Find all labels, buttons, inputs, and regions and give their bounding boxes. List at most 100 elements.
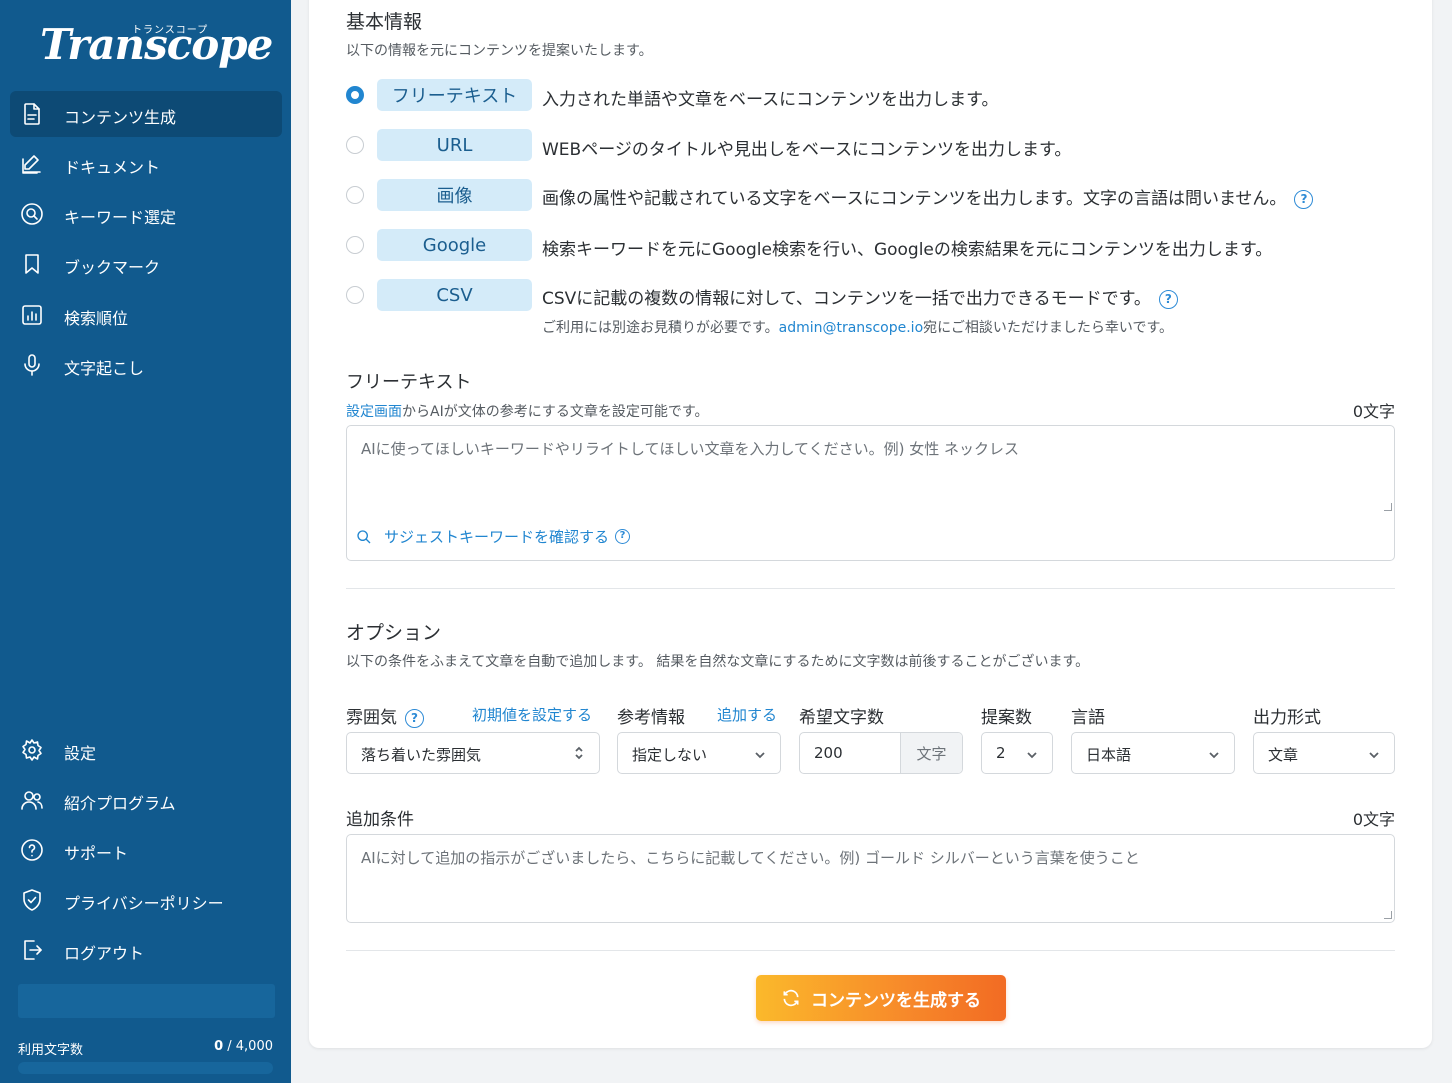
help-circle-icon[interactable]: ? <box>615 529 631 544</box>
edit-icon <box>20 152 44 176</box>
logout-icon <box>20 938 44 962</box>
format-label: 出力形式 <box>1253 708 1321 728</box>
sidebar-item-referral[interactable]: 紹介プログラム <box>10 777 282 823</box>
help-icon <box>20 838 44 862</box>
resize-grip-icon[interactable] <box>1384 911 1392 919</box>
divider <box>346 588 1395 589</box>
chevron-down-icon <box>754 747 766 759</box>
help-circle-icon[interactable]: ? <box>1158 289 1178 309</box>
sidebar-item-keyword[interactable]: キーワード選定 <box>10 191 282 237</box>
sidebar-item-label: 設定 <box>64 744 97 763</box>
mode-desc-freetext: 入力された単語や文章をベースにコンテンツを出力します。 <box>542 90 999 110</box>
length-label: 希望文字数 <box>799 708 884 728</box>
microphone-icon <box>20 353 44 377</box>
add-reference-link[interactable]: 追加する <box>717 704 777 725</box>
sidebar-item-logout[interactable]: ログアウト <box>10 927 282 973</box>
settings-screen-link[interactable]: 設定画面 <box>346 404 402 420</box>
sidebar-item-privacy[interactable]: プライバシーポリシー <box>10 877 282 923</box>
mode-tag-url[interactable]: URL <box>377 129 532 161</box>
sidebar-item-bookmark[interactable]: ブックマーク <box>10 241 282 287</box>
freetext-input[interactable]: AIに使ってほしいキーワードやリライトしてほしい文章を入力してください。例) 女… <box>346 425 1395 515</box>
options-desc: 以下の条件をふまえて文章を自動で追加します。 結果を自然な文章にするために文字数… <box>346 654 1090 670</box>
mode-tag-csv[interactable]: CSV <box>377 279 532 311</box>
sidebar-item-transcription[interactable]: 文字起こし <box>10 342 282 388</box>
document-icon <box>20 102 44 126</box>
suggest-keyword-link[interactable]: サジェストキーワードを確認する? <box>356 526 631 547</box>
logo-kana: トランスコープ <box>132 25 209 36</box>
updown-icon <box>573 745 585 760</box>
sidebar-item-label: ログアウト <box>64 944 145 963</box>
freetext-title: フリーテキスト <box>346 372 472 393</box>
contact-email-link[interactable]: admin@transcope.io <box>779 320 924 336</box>
search-circle-icon <box>20 202 44 226</box>
basic-info-title: 基本情報 <box>346 11 423 33</box>
generate-content-button[interactable]: コンテンツを生成する <box>756 975 1006 1021</box>
chevron-down-icon <box>1368 747 1380 759</box>
shield-icon <box>20 888 44 912</box>
sidebar-item-support[interactable]: サポート <box>10 827 282 873</box>
resize-grip-icon[interactable] <box>1384 503 1392 511</box>
sidebar-item-label: プライバシーポリシー <box>64 894 224 913</box>
language-select[interactable]: 日本語 <box>1071 732 1235 774</box>
freetext-placeholder: AIに使ってほしいキーワードやリライトしてほしい文章を入力してください。例) 女… <box>361 440 1019 458</box>
reference-select[interactable]: 指定しない <box>617 732 781 774</box>
extra-char-count: 0文字 <box>1352 810 1395 829</box>
length-unit: 文字 <box>900 733 962 773</box>
chevron-down-icon <box>1208 747 1220 759</box>
length-input[interactable]: 200 文字 <box>799 732 963 774</box>
usage-progress-bar <box>18 1062 273 1074</box>
sidebar: Transcope トランスコープ コンテンツ生成 ドキュメント キーワード選定… <box>0 0 291 1083</box>
mode-radio-url[interactable] <box>346 136 364 154</box>
sidebar-item-label: 検索順位 <box>64 309 129 328</box>
sidebar-item-documents[interactable]: ドキュメント <box>10 141 282 187</box>
refresh-icon <box>783 989 799 1007</box>
csv-note: ご利用には別途お見積りが必要です。admin@transcope.io宛にご相談… <box>542 320 1174 336</box>
divider <box>346 950 1395 951</box>
mode-radio-google[interactable] <box>346 236 364 254</box>
sidebar-item-label: サポート <box>64 844 129 863</box>
bookmark-icon <box>20 252 44 276</box>
freetext-char-count: 0文字 <box>1352 402 1395 421</box>
language-label: 言語 <box>1071 708 1105 728</box>
usage-label: 利用文字数 <box>18 1043 84 1058</box>
mode-tag-freetext[interactable]: フリーテキスト <box>377 79 532 111</box>
mood-label: 雰囲気? <box>346 703 424 728</box>
logo[interactable]: Transcope トランスコープ <box>40 16 273 76</box>
extra-conditions-input[interactable]: AIに対して追加の指示がございましたら、こちらに記載してください。例) ゴールド… <box>346 834 1395 923</box>
sidebar-item-label: コンテンツ生成 <box>64 108 177 127</box>
gear-icon <box>20 738 44 762</box>
sidebar-item-ranking[interactable]: 検索順位 <box>10 292 282 338</box>
sidebar-item-label: 紹介プログラム <box>64 794 176 813</box>
users-icon <box>20 788 44 812</box>
count-select[interactable]: 2 <box>981 732 1053 774</box>
bar-chart-icon <box>20 303 44 327</box>
sidebar-item-label: 文字起こし <box>64 359 145 378</box>
mode-radio-csv[interactable] <box>346 286 364 304</box>
sidebar-item-content-generation[interactable]: コンテンツ生成 <box>10 91 282 137</box>
extra-conditions-label: 追加条件 <box>346 810 414 830</box>
mode-desc-image: 画像の属性や記載されている文字をベースにコンテンツを出力します。文字の言語は問い… <box>542 184 1314 209</box>
mode-desc-url: WEBページのタイトルや見出しをベースにコンテンツを出力します。 <box>542 140 1072 160</box>
usage-value: 0 / 4,000 <box>214 1039 273 1054</box>
help-circle-icon[interactable]: ? <box>1294 189 1314 209</box>
sidebar-item-settings[interactable]: 設定 <box>10 727 282 773</box>
mode-radio-freetext[interactable] <box>346 86 364 104</box>
sidebar-item-label: ブックマーク <box>64 258 161 277</box>
help-circle-icon[interactable]: ? <box>405 708 424 728</box>
freetext-desc: 設定画面からAIが文体の参考にする文章を設定可能です。 <box>346 404 709 420</box>
extra-placeholder: AIに対して追加の指示がございましたら、こちらに記載してください。例) ゴールド… <box>361 849 1140 867</box>
format-select[interactable]: 文章 <box>1253 732 1395 774</box>
chevron-down-icon <box>1026 747 1038 759</box>
mode-tag-image[interactable]: 画像 <box>377 179 532 211</box>
mode-tag-google[interactable]: Google <box>377 229 532 261</box>
mode-desc-google: 検索キーワードを元にGoogle検索を行い、Googleの検索結果を元にコンテン… <box>542 240 1273 260</box>
basic-info-desc: 以下の情報を元にコンテンツを提案いたします。 <box>346 43 653 59</box>
options-title: オプション <box>346 622 442 644</box>
set-default-link[interactable]: 初期値を設定する <box>472 704 592 725</box>
mode-desc-csv: CSVに記載の複数の情報に対して、コンテンツを一括で出力できるモードです。? <box>542 284 1178 309</box>
reference-label: 参考情報 <box>617 708 685 728</box>
mode-radio-image[interactable] <box>346 186 364 204</box>
sidebar-item-label: キーワード選定 <box>64 208 177 227</box>
mood-select[interactable]: 落ち着いた雰囲気 <box>346 732 600 774</box>
sidebar-item-label: ドキュメント <box>64 158 161 177</box>
